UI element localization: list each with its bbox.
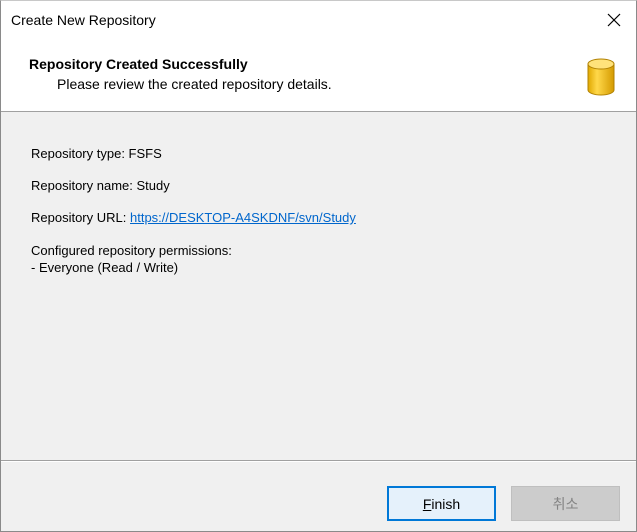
title-bar: Create New Repository [1, 1, 636, 39]
permissions-heading: Configured repository permissions: [31, 243, 232, 258]
permissions-entry: - Everyone (Read / Write) [31, 260, 179, 275]
dialog-window: Create New Repository Repository Created… [0, 0, 637, 532]
cancel-button[interactable]: 취소 [511, 486, 620, 521]
wizard-header: Repository Created Successfully Please r… [1, 39, 636, 112]
cancel-label: 취소 [552, 495, 579, 512]
database-icon [587, 58, 615, 96]
details-panel: Repository type: FSFS Repository name: S… [1, 113, 636, 460]
footer-separator [1, 460, 636, 462]
header-title: Repository Created Successfully [29, 56, 248, 72]
close-button[interactable] [592, 1, 636, 39]
window-title: Create New Repository [11, 12, 156, 28]
repository-url-link[interactable]: https://DESKTOP-A4SKDNF/svn/Study [130, 210, 356, 225]
repository-url-label: Repository URL: [31, 210, 127, 225]
finish-button[interactable]: Finish [387, 486, 496, 521]
repository-name: Repository name: Study [31, 178, 170, 193]
repository-url-row: Repository URL: https://DESKTOP-A4SKDNF/… [31, 210, 356, 225]
close-icon [607, 13, 621, 27]
finish-label: inish [431, 495, 461, 512]
repository-type: Repository type: FSFS [31, 146, 162, 161]
header-subtitle: Please review the created repository det… [57, 76, 332, 92]
finish-accelerator: F [422, 495, 432, 512]
